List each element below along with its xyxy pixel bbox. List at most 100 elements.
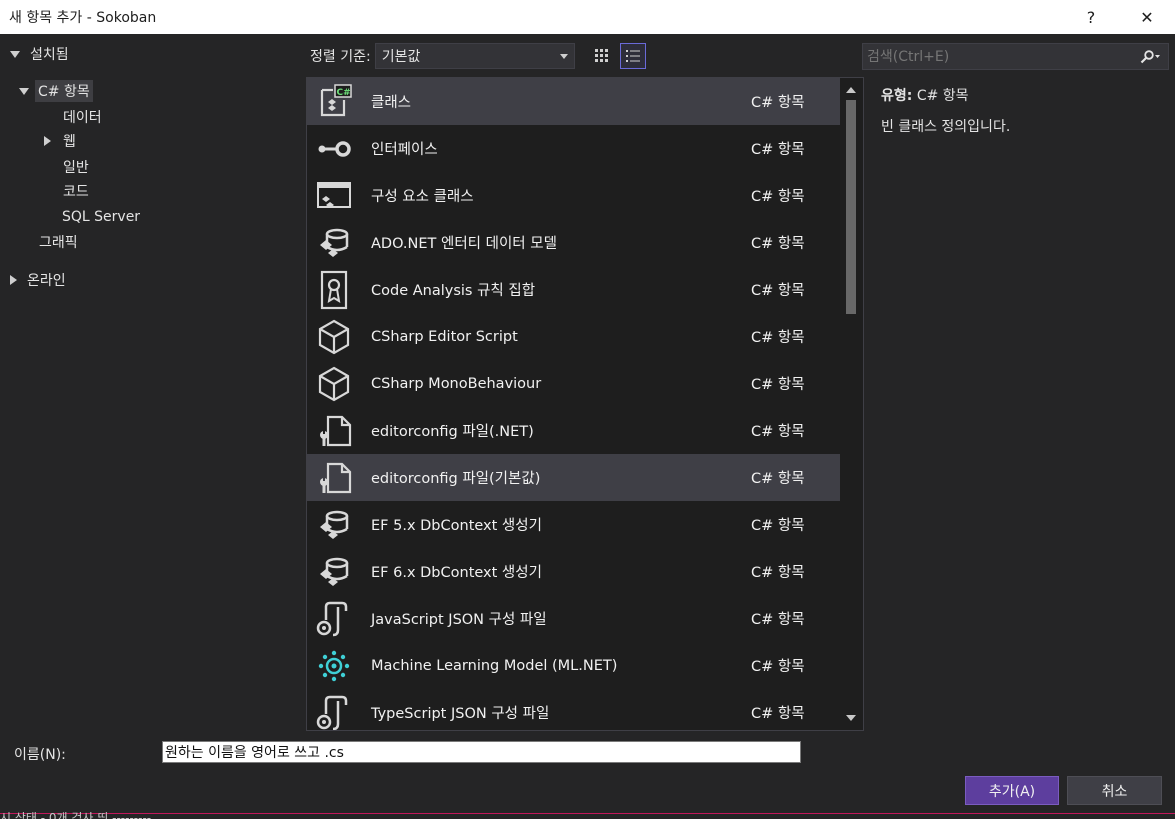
tree-item-online[interactable]: 온라인 <box>10 268 66 292</box>
scroll-thumb[interactable] <box>846 100 856 314</box>
template-list[interactable]: C# 클래스 C# 항목 인터페이스 C# 항목 구성 요소 클래스 C# 항목… <box>306 77 864 731</box>
ml-model-icon <box>314 646 354 686</box>
svg-text:C#: C# <box>337 88 351 98</box>
status-text-fragment: 시 상태 - 0개 검사 띄 --------- <box>0 812 152 819</box>
template-row-ruleset[interactable]: Code Analysis 규칙 집합 C# 항목 <box>307 266 841 313</box>
interface-icon <box>314 129 354 169</box>
tree-item-csharp-items[interactable]: C# 항목 <box>19 79 93 103</box>
name-label: 이름(N): <box>14 747 66 763</box>
component-class-icon <box>314 176 354 216</box>
sort-toolbar: 정렬 기준: 기본값 <box>310 43 575 69</box>
search-button[interactable] <box>1132 44 1168 69</box>
tree-item-label: 일반 <box>63 160 89 176</box>
collapsed-arrow-icon[interactable] <box>10 275 17 285</box>
template-row-ef5-dbcontext[interactable]: EF 5.x DbContext 생성기 C# 항목 <box>307 501 841 548</box>
tree-item-installed[interactable]: 설치됨 <box>10 42 69 66</box>
cancel-button[interactable]: 취소 <box>1067 776 1162 805</box>
type-label: 유형: <box>881 88 913 104</box>
cube-icon <box>314 317 354 357</box>
sort-dropdown[interactable]: 기본값 <box>374 43 575 69</box>
template-description: 빈 클래스 정의입니다. <box>881 119 1011 135</box>
help-button[interactable]: ? <box>1063 0 1119 34</box>
template-category: C# 항목 <box>751 142 805 158</box>
template-row-csharp-editor-script[interactable]: CSharp Editor Script C# 항목 <box>307 313 841 360</box>
tree-item-sql-server[interactable]: SQL Server <box>62 205 140 229</box>
template-name: editorconfig 파일(기본값) <box>371 471 541 487</box>
name-field[interactable] <box>162 741 801 763</box>
template-row-interface[interactable]: 인터페이스 C# 항목 <box>307 125 841 172</box>
template-name: EF 5.x DbContext 생성기 <box>371 518 542 534</box>
type-line: 유형: C# 항목 <box>881 85 1161 107</box>
tree-item-code[interactable]: 코드 <box>63 179 89 203</box>
template-name: JavaScript JSON 구성 파일 <box>371 612 547 628</box>
template-row-component-class[interactable]: 구성 요소 클래스 C# 항목 <box>307 172 841 219</box>
collapsed-arrow-icon[interactable] <box>44 136 51 146</box>
template-category: C# 항목 <box>751 424 805 440</box>
tree-item-label: 데이터 <box>63 110 102 126</box>
template-row-ef6-dbcontext[interactable]: EF 6.x DbContext 생성기 C# 항목 <box>307 548 841 595</box>
template-row-typescript-json[interactable]: TypeScript JSON 구성 파일 C# 항목 <box>307 689 841 731</box>
tree-item-web[interactable]: 웹 <box>44 129 76 153</box>
template-name: 클래스 <box>371 95 412 111</box>
scroll-up-icon[interactable] <box>846 87 856 93</box>
template-name: CSharp MonoBehaviour <box>371 375 542 392</box>
category-tree: 설치됨 C# 항목 데이터 웹 일반 코드 SQL Server 그래픽 온라인 <box>0 34 300 731</box>
data-model-icon <box>314 505 354 545</box>
tree-item-data[interactable]: 데이터 <box>63 105 102 129</box>
expanded-arrow-icon[interactable] <box>10 50 20 58</box>
tree-item-label: 코드 <box>63 184 89 200</box>
template-name: TypeScript JSON 구성 파일 <box>371 706 550 722</box>
template-row-ml-model[interactable]: Machine Learning Model (ML.NET) C# 항목 <box>307 642 841 689</box>
cube-icon <box>314 364 354 404</box>
template-name: EF 6.x DbContext 생성기 <box>371 565 542 581</box>
search-input[interactable] <box>863 44 1132 69</box>
tree-item-label: 웹 <box>63 134 76 150</box>
add-button[interactable]: 추가(A) <box>965 776 1059 805</box>
template-category: C# 항목 <box>751 330 805 346</box>
template-row-csharp-monobehaviour[interactable]: CSharp MonoBehaviour C# 항목 <box>307 360 841 407</box>
close-button[interactable]: ✕ <box>1119 0 1175 34</box>
template-row-ado-net[interactable]: ADO.NET 엔터티 데이터 모델 C# 항목 <box>307 219 841 266</box>
template-category: C# 항목 <box>751 95 805 111</box>
search-box[interactable] <box>862 43 1169 70</box>
class-icon: C# <box>314 82 354 122</box>
ruleset-icon <box>314 270 354 310</box>
config-file-icon <box>314 458 354 498</box>
grid-icon <box>595 49 608 62</box>
template-name: Machine Learning Model (ML.NET) <box>371 657 618 674</box>
template-category: C# 항목 <box>751 471 805 487</box>
tree-item-general[interactable]: 일반 <box>63 155 89 179</box>
window-title: 새 항목 추가 - Sokoban <box>9 10 157 26</box>
list-icon <box>626 50 640 62</box>
search-icon <box>1140 49 1160 63</box>
template-category: C# 항목 <box>751 706 805 722</box>
template-row-class[interactable]: C# 클래스 C# 항목 <box>307 78 841 125</box>
close-icon: ✕ <box>1140 7 1154 27</box>
tree-item-graphics[interactable]: 그래픽 <box>39 230 78 254</box>
template-category: C# 항목 <box>751 518 805 534</box>
template-name: editorconfig 파일(.NET) <box>371 424 534 440</box>
sort-value: 기본값 <box>381 49 421 65</box>
template-name: ADO.NET 엔터티 데이터 모델 <box>371 236 557 252</box>
config-file-icon <box>314 411 354 451</box>
template-category: C# 항목 <box>751 612 805 628</box>
small-icons-view-button[interactable] <box>589 43 615 69</box>
tree-item-label: C# 항목 <box>35 80 93 102</box>
template-row-editorconfig-net[interactable]: editorconfig 파일(.NET) C# 항목 <box>307 407 841 454</box>
template-row-javascript-json[interactable]: JavaScript JSON 구성 파일 C# 항목 <box>307 595 841 642</box>
template-category: C# 항목 <box>751 236 805 252</box>
template-list-scrollbar[interactable] <box>840 78 862 730</box>
window-border-bottom <box>0 813 1175 814</box>
title-bar: 새 항목 추가 - Sokoban ? ✕ <box>0 0 1175 34</box>
list-view-button[interactable] <box>620 43 646 69</box>
json-file-icon <box>314 599 354 639</box>
chevron-down-icon <box>559 54 568 59</box>
expanded-arrow-icon[interactable] <box>19 87 29 95</box>
json-file-icon <box>314 693 354 731</box>
scroll-down-icon[interactable] <box>846 715 856 721</box>
template-category: C# 항목 <box>751 659 805 675</box>
data-model-icon <box>314 223 354 263</box>
template-row-editorconfig-default[interactable]: editorconfig 파일(기본값) C# 항목 <box>307 454 841 501</box>
template-name: Code Analysis 규칙 집합 <box>371 283 536 299</box>
data-model-icon <box>314 552 354 592</box>
